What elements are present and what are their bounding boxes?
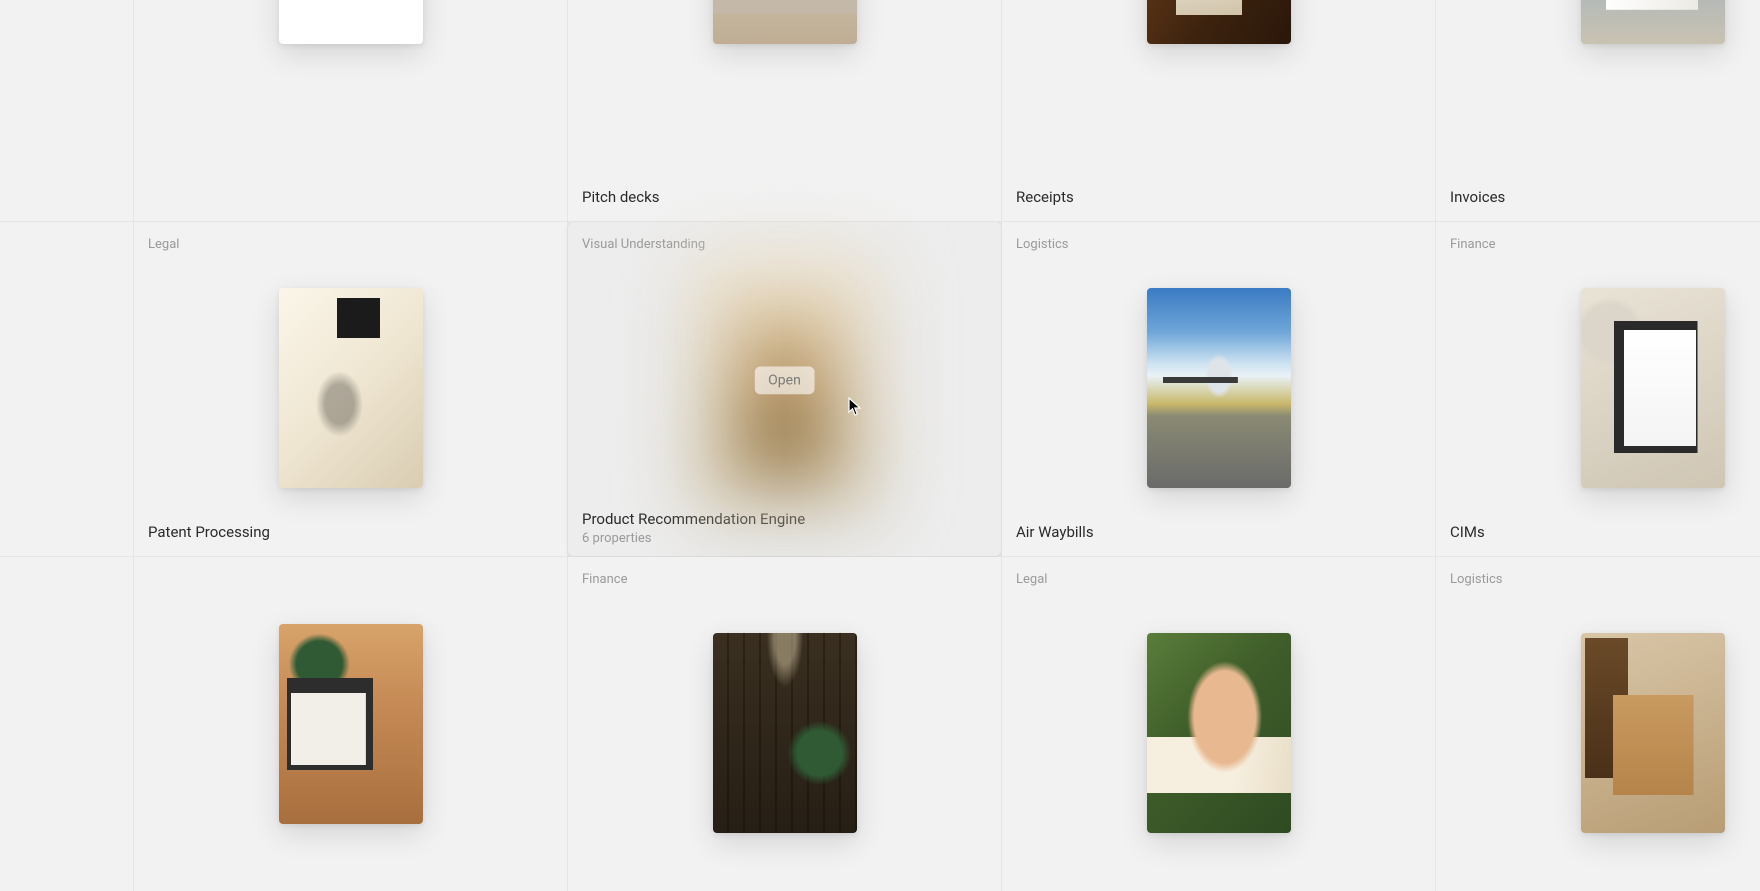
card-air-waybills[interactable]: Logistics Air Waybills xyxy=(1002,222,1435,556)
card-tag: Legal xyxy=(1016,571,1421,589)
thumbnail-laptop xyxy=(279,624,423,824)
grid-filler xyxy=(0,222,133,556)
card-finance-laptop[interactable] xyxy=(134,557,567,891)
thumbnail-wrap xyxy=(582,0,987,187)
thumbnail-wrap xyxy=(1450,0,1760,187)
open-button[interactable]: Open xyxy=(754,366,815,394)
card-pitch-decks[interactable]: Pitch decks xyxy=(568,0,1001,221)
thumbnail-wrap xyxy=(1016,589,1421,877)
card-tag: Legal xyxy=(148,236,553,254)
thumbnail-wrap xyxy=(1016,0,1421,187)
thumbnail-wrap xyxy=(1450,589,1760,877)
thumbnail-wrap: Open xyxy=(582,254,987,509)
thumbnail-wrap xyxy=(1016,254,1421,522)
card-title: Receipts xyxy=(1016,187,1421,207)
thumbnail-wrap: ——————— — — — —— — — — —— — — — — — — — … xyxy=(148,0,553,207)
thumbnail-wrap xyxy=(582,589,987,877)
thumbnail-wrap xyxy=(148,571,553,877)
card-invoices[interactable]: Invoices xyxy=(1436,0,1760,221)
card-cims[interactable]: Finance CIMs xyxy=(1436,222,1760,556)
card-product-recommendation-engine[interactable]: Visual Understanding Open Product Recomm… xyxy=(568,222,1001,556)
thumbnail-wrap xyxy=(1450,254,1760,522)
card-title: Pitch decks xyxy=(582,187,987,207)
card-tag: Logistics xyxy=(1016,236,1421,254)
thumbnail-invoice xyxy=(1581,0,1725,44)
card-title: Invoices xyxy=(1450,187,1760,207)
card-finance-archive[interactable]: Finance xyxy=(568,557,1001,891)
card-tag: Finance xyxy=(1450,236,1760,254)
card-title: Air Waybills xyxy=(1016,522,1421,542)
thumbnail-boxes xyxy=(1581,633,1725,833)
thumbnail-cim xyxy=(1581,288,1725,488)
thumbnail-archive xyxy=(713,633,857,833)
card-logistics-boxes[interactable]: Logistics xyxy=(1436,557,1760,891)
card-title: CIMs xyxy=(1450,522,1760,542)
grid-filler xyxy=(0,557,133,891)
thumbnail-awb xyxy=(1147,288,1291,488)
grid-filler xyxy=(0,0,133,221)
card-grid: ——————— — — — —— — — — —— — — — — — — — … xyxy=(0,0,1760,891)
card-title: Product Recommendation Engine xyxy=(582,509,987,529)
thumbnail-signing xyxy=(1147,633,1291,833)
card-document[interactable]: ——————— — — — —— — — — —— — — — — — — — … xyxy=(134,0,567,221)
card-legal-signing[interactable]: Legal xyxy=(1002,557,1435,891)
thumbnail-document: ——————— — — — —— — — — —— — — — — — — — … xyxy=(279,0,423,44)
thumbnail-pitch xyxy=(713,0,857,44)
card-subtitle: 6 properties xyxy=(582,531,987,546)
card-title: Patent Processing xyxy=(148,522,553,542)
card-tag: Finance xyxy=(582,571,987,589)
thumbnail-receipt xyxy=(1147,0,1291,44)
card-tag: Logistics xyxy=(1450,571,1760,589)
thumbnail-wrap xyxy=(148,254,553,522)
card-receipts[interactable]: Receipts xyxy=(1002,0,1435,221)
thumbnail-patent xyxy=(279,288,423,488)
card-tag: Visual Understanding xyxy=(582,236,987,254)
card-patent-processing[interactable]: Legal Patent Processing xyxy=(134,222,567,556)
